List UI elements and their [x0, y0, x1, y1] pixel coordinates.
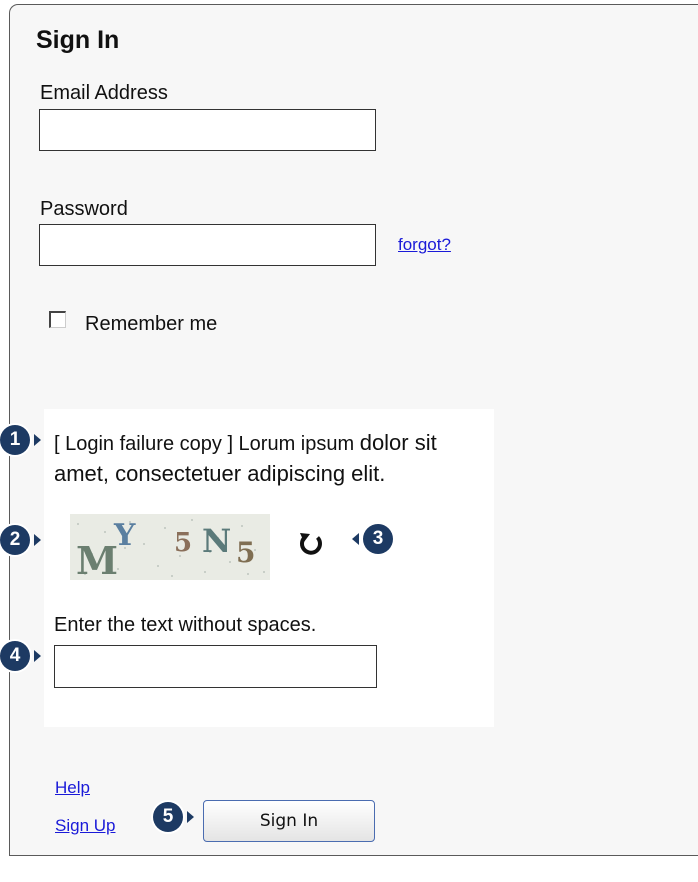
captcha-image: M Y 5 N 5 — [70, 514, 270, 583]
remember-me-checkbox[interactable] — [49, 311, 66, 328]
refresh-icon[interactable] — [296, 529, 326, 559]
captcha-char: Y — [114, 518, 136, 553]
email-field[interactable] — [39, 109, 376, 151]
annotation-marker-3: 3 — [363, 524, 393, 554]
password-field[interactable] — [39, 224, 376, 266]
captcha-char: 5 — [174, 528, 193, 558]
help-link[interactable]: Help — [55, 778, 90, 798]
email-label: Email Address — [40, 82, 168, 104]
annotation-marker-5: 5 — [153, 802, 183, 832]
forgot-password-link[interactable]: forgot? — [398, 235, 451, 255]
remember-me-label: Remember me — [85, 313, 218, 335]
annotation-marker-2: 2 — [0, 525, 30, 555]
annotation-marker-1: 1 — [0, 425, 30, 455]
annotation-marker-4: 4 — [0, 641, 30, 671]
annotation-pointer — [34, 534, 41, 546]
annotation-pointer — [34, 434, 41, 446]
password-label: Password — [40, 198, 128, 220]
captcha-field[interactable] — [54, 645, 377, 688]
captcha-instruction: Enter the text without spaces. — [54, 614, 317, 636]
annotation-pointer — [352, 533, 359, 545]
page-title: Sign In — [36, 26, 120, 54]
annotation-pointer — [34, 650, 41, 662]
captcha-char: M — [76, 538, 119, 583]
annotation-pointer — [187, 811, 194, 823]
captcha-char: 5 — [236, 536, 256, 569]
sign-up-link[interactable]: Sign Up — [55, 816, 115, 836]
captcha-char: N — [202, 522, 232, 560]
failure-text-part: [ Login failure copy ] Lorum ipsum — [54, 433, 360, 455]
failure-text-part: dolor — [359, 430, 409, 455]
sign-in-button[interactable]: Sign In — [203, 800, 375, 842]
login-failure-message: [ Login failure copy ] Lorum ipsum dolor… — [54, 428, 494, 490]
